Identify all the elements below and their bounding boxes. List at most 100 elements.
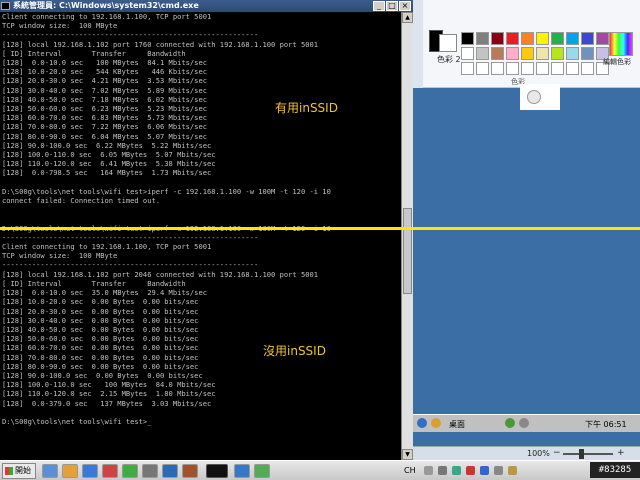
console-line: [128] 100.0-110.0 sec 6.05 MBytes 5.07 M… <box>2 150 216 160</box>
scroll-down-arrow-icon[interactable]: ▼ <box>402 449 413 460</box>
taskbar-app-paint[interactable] <box>234 464 250 478</box>
taskbar-app-explorer[interactable] <box>42 464 58 478</box>
console-line: ----------------------------------------… <box>2 232 259 242</box>
network-icon <box>505 418 515 428</box>
language-indicator[interactable]: CH <box>404 466 416 475</box>
console-line: ----------------------------------------… <box>2 260 259 270</box>
color2-box[interactable] <box>439 34 457 52</box>
edit-colors-button[interactable] <box>609 32 633 56</box>
start-button[interactable]: 開始 <box>2 463 36 479</box>
console-line: [128] 60.0-70.0 sec 6.83 MBytes 5.73 Mbi… <box>2 113 207 123</box>
volume-icon[interactable] <box>519 418 529 428</box>
zoom-slider-track[interactable] <box>563 453 613 455</box>
color-swatch[interactable] <box>461 32 474 45</box>
zoom-in-icon[interactable]: + <box>617 448 625 458</box>
taskbar-app-misc[interactable] <box>182 464 198 478</box>
start-label: 開始 <box>15 466 31 475</box>
tray-network-icon[interactable] <box>480 466 489 475</box>
console-line: [128] local 192.168.1.102 port 2046 conn… <box>2 269 319 279</box>
taskbar: 開始 CH <box>0 460 640 480</box>
paint-ribbon: 色彩 2 編輯色彩 色彩 <box>413 0 640 88</box>
color-swatch[interactable] <box>521 62 534 75</box>
console-line: [128] 20.0-30.0 sec 0.00 Bytes 0.00 bits… <box>2 306 199 316</box>
folder-icon[interactable] <box>431 418 441 428</box>
console-line: [128] 0.0-379.0 sec 137 MBytes 3.03 Mbit… <box>2 398 212 408</box>
color-swatch[interactable] <box>491 47 504 60</box>
annotation-with-inssid: 有用inSSID <box>275 101 338 115</box>
console-line: Client connecting to 192.168.1.100, TCP … <box>2 242 212 252</box>
cmd-title: 系統管理員: C:\Windows\system32\cmd.exe <box>13 1 199 10</box>
color-swatch[interactable] <box>536 62 549 75</box>
color-swatch[interactable] <box>491 62 504 75</box>
color-swatch[interactable] <box>461 62 474 75</box>
zoom-slider-thumb[interactable] <box>579 449 584 459</box>
color-swatch[interactable] <box>581 32 594 45</box>
tray-alert-icon[interactable] <box>466 466 475 475</box>
cmd-app-icon <box>1 2 10 10</box>
color-swatch[interactable] <box>551 32 564 45</box>
taskbar-app-other[interactable] <box>254 464 270 478</box>
console-line: [128] 30.0-40.0 sec 7.02 MBytes 5.89 Mbi… <box>2 85 207 95</box>
color-swatch[interactable] <box>536 32 549 45</box>
tray-misc-icon[interactable] <box>508 466 517 475</box>
taskbar-app-folder[interactable] <box>62 464 78 478</box>
color-swatch[interactable] <box>596 32 609 45</box>
taskbar-app-ie[interactable] <box>82 464 98 478</box>
color-swatch[interactable] <box>506 47 519 60</box>
color-swatch[interactable] <box>476 32 489 45</box>
ie-icon[interactable] <box>417 418 427 428</box>
zoom-out-icon[interactable]: − <box>553 448 561 458</box>
color-swatch[interactable] <box>476 47 489 60</box>
color-swatch[interactable] <box>506 62 519 75</box>
cmd-scrollbar[interactable]: ▲ ▼ <box>401 12 413 460</box>
color-swatch[interactable] <box>566 62 579 75</box>
console-line: [ ID] Interval Transfer Bandwidth <box>2 48 186 58</box>
console-line: [128] 40.0-50.0 sec 0.00 Bytes 0.00 bits… <box>2 324 199 334</box>
console-line: [128] 70.0-80.0 sec 7.22 MBytes 6.06 Mbi… <box>2 122 207 132</box>
console-line: [128] 10.0-20.0 sec 544 KBytes 446 Kbits… <box>2 67 207 77</box>
cmd-title-bar[interactable]: 系統管理員: C:\Windows\system32\cmd.exe _ □ × <box>0 0 413 12</box>
taskbar-app-tool[interactable] <box>142 464 158 478</box>
ribbon-edge <box>413 0 423 88</box>
tray-app-icon[interactable] <box>452 466 461 475</box>
cmd-console[interactable]: Client connecting to 192.168.1.100, TCP … <box>0 12 400 460</box>
paint-window: 色彩 2 編輯色彩 色彩 桌面 下午 06:51 100% − + <box>413 0 640 460</box>
console-line: [128] 110.0-120.0 sec 6.41 MBytes 5.38 M… <box>2 159 216 169</box>
remote-desktop-label[interactable]: 桌面 <box>449 419 465 430</box>
console-line: [128] 20.0-30.0 sec 4.21 MBytes 3.53 Mbi… <box>2 76 207 86</box>
tray-volume-icon[interactable] <box>494 466 503 475</box>
color-swatch[interactable] <box>566 32 579 45</box>
console-line: ----------------------------------------… <box>2 30 259 40</box>
color-swatch[interactable] <box>581 47 594 60</box>
console-line: [128] 50.0-60.0 sec 6.23 MBytes 5.23 Mbi… <box>2 104 207 114</box>
keyboard-icon[interactable] <box>424 466 433 475</box>
scrollbar-thumb[interactable] <box>403 208 412 294</box>
color-swatch[interactable] <box>506 32 519 45</box>
color-swatch[interactable] <box>581 62 594 75</box>
maximize-button[interactable]: □ <box>386 1 398 11</box>
console-line: [128] local 192.168.1.102 port 1760 conn… <box>2 39 319 49</box>
color-swatch[interactable] <box>521 47 534 60</box>
color-swatch[interactable] <box>536 47 549 60</box>
color-swatch[interactable] <box>491 32 504 45</box>
taskbar-app-remote[interactable] <box>162 464 178 478</box>
minimize-button[interactable]: _ <box>373 1 385 11</box>
color-swatch[interactable] <box>461 47 474 60</box>
taskbar-app-chat[interactable] <box>122 464 138 478</box>
scroll-up-arrow-icon[interactable]: ▲ <box>402 12 413 23</box>
close-button[interactable]: × <box>399 1 411 11</box>
color-swatch[interactable] <box>551 62 564 75</box>
color-swatch[interactable] <box>551 47 564 60</box>
console-line: [128] 40.0-50.0 sec 7.18 MBytes 6.02 Mbi… <box>2 94 207 104</box>
color-swatch[interactable] <box>566 47 579 60</box>
color-swatch[interactable] <box>476 62 489 75</box>
help-icon[interactable] <box>438 466 447 475</box>
console-line: [128] 80.0-90.0 sec 6.04 MBytes 5.07 Mbi… <box>2 131 207 141</box>
color-swatch[interactable] <box>521 32 534 45</box>
taskbar-app-media[interactable] <box>102 464 118 478</box>
annotation-without-inssid: 沒用inSSID <box>263 344 326 358</box>
taskbar-app-cmd[interactable] <box>206 464 228 478</box>
cmd-window: 系統管理員: C:\Windows\system32\cmd.exe _ □ ×… <box>0 0 413 460</box>
console-line: [128] 0.0-10.0 sec 35.0 MBytes 29.4 Mbit… <box>2 288 207 298</box>
console-line: [128] 100.0-110.0 sec 100 MBytes 84.0 Mb… <box>2 380 216 390</box>
